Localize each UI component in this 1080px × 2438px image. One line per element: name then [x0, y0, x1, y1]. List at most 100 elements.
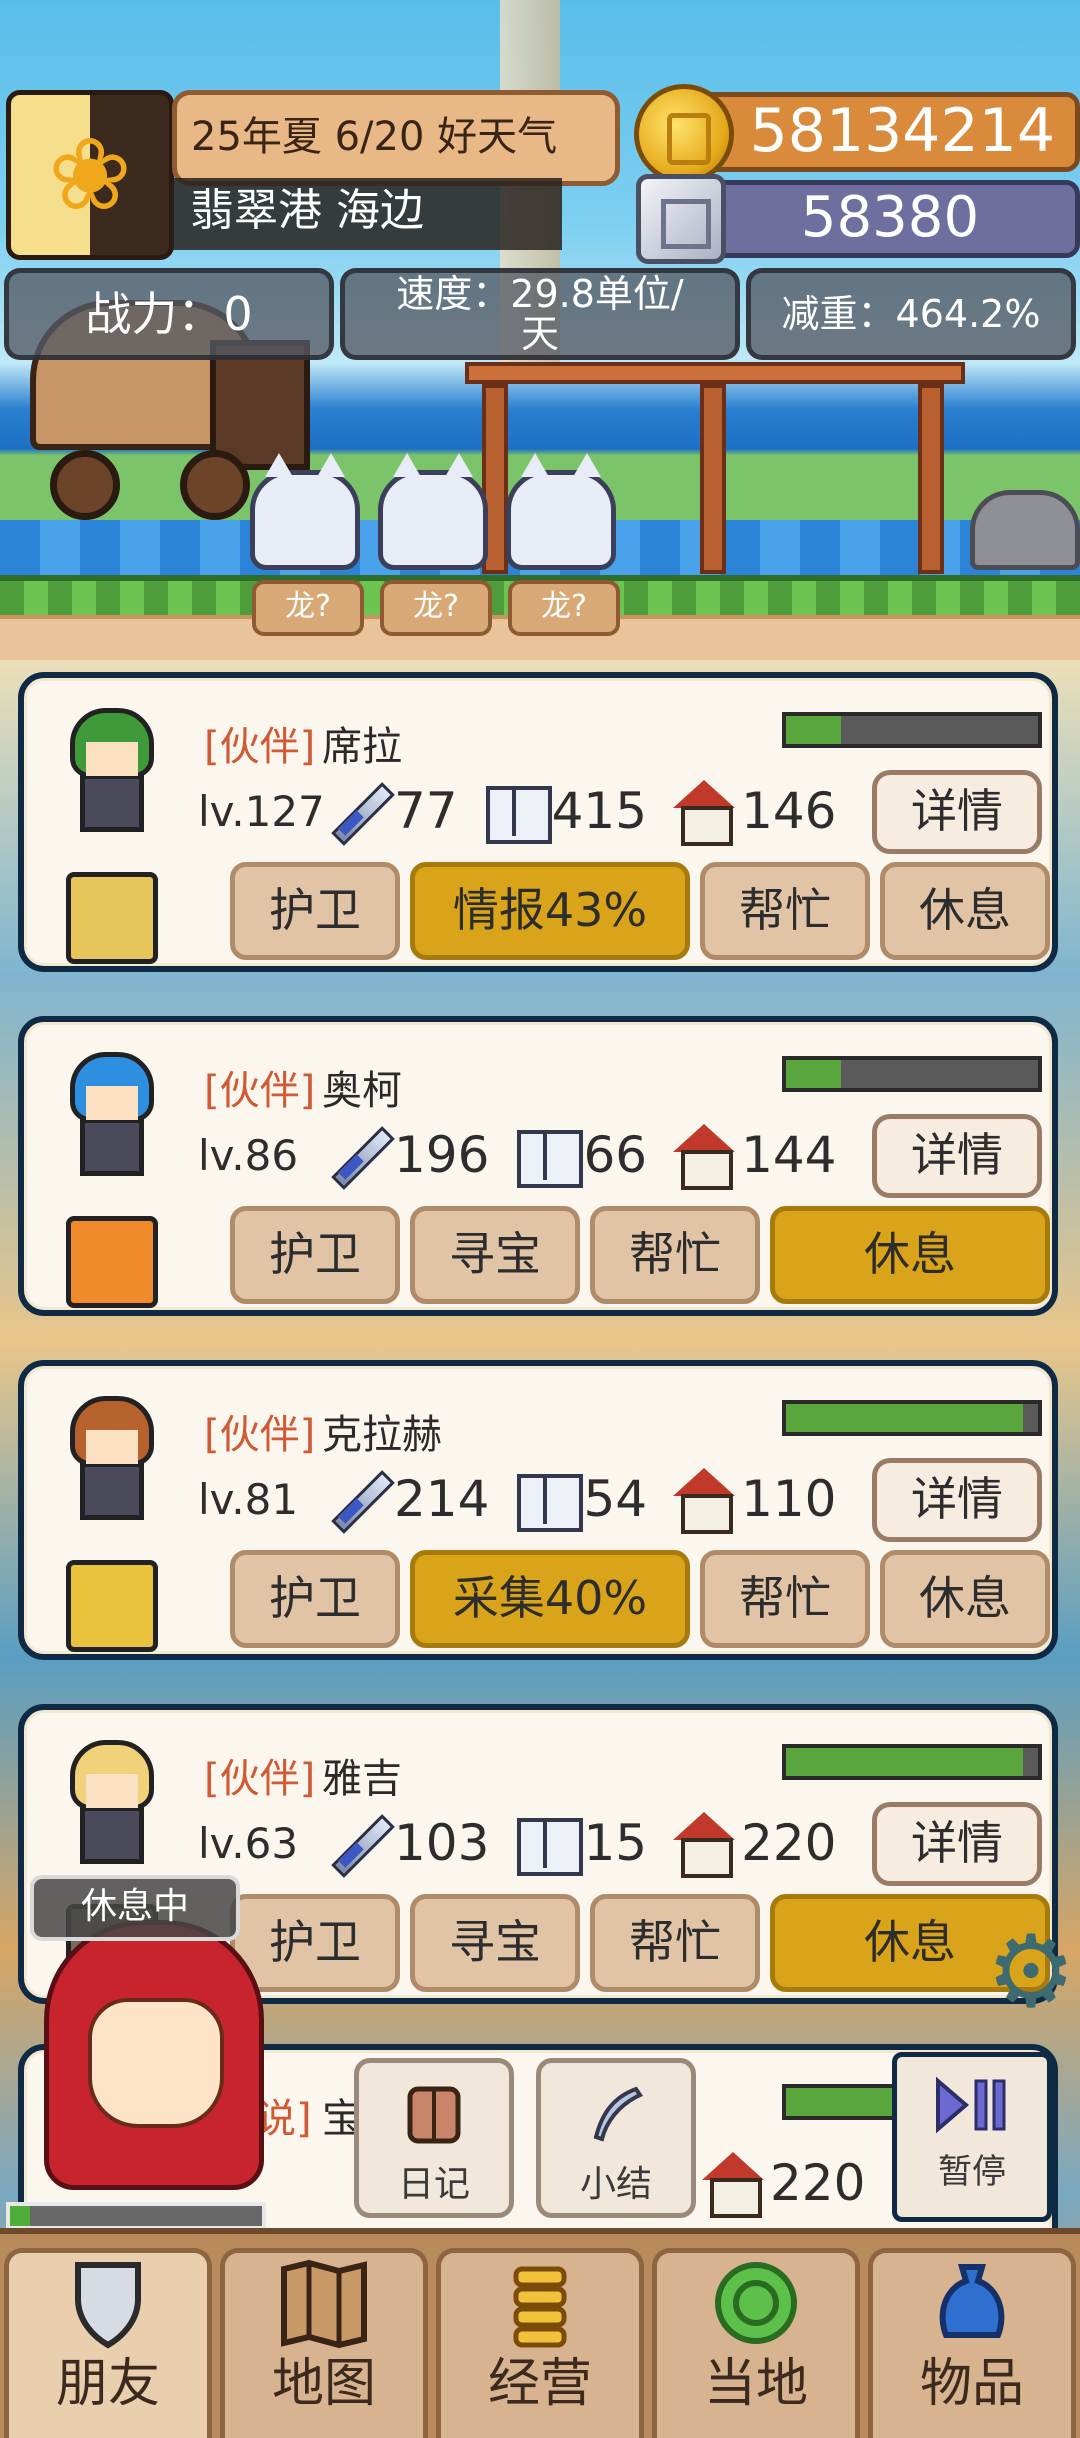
pet-tag: 龙?	[508, 580, 620, 636]
nav-local[interactable]: 当地	[652, 2248, 860, 2438]
house-value: 220	[741, 1814, 837, 1872]
level-label: lv.81	[198, 1474, 299, 1524]
intel-value: 66	[583, 1126, 648, 1184]
stamina-bar	[782, 712, 1042, 748]
summary-button[interactable]: 小结	[536, 2058, 696, 2218]
help-button[interactable]: 帮忙	[700, 1550, 870, 1648]
date-weather: 25年夏 6/20 好天气	[172, 90, 620, 186]
pier-post	[918, 384, 944, 574]
task-button[interactable]: 寻宝	[410, 1894, 580, 1992]
detail-button[interactable]: 详情	[872, 1458, 1042, 1542]
equipped-item-icon[interactable]	[66, 872, 158, 964]
companion-stats: lv.127 77 415 146	[198, 776, 898, 846]
help-button[interactable]: 帮忙	[590, 1206, 760, 1304]
local-icon	[715, 2262, 797, 2344]
power-stat: 战力：0	[4, 268, 334, 360]
task-button[interactable]: 情报43%	[410, 862, 690, 960]
book-icon	[513, 1122, 584, 1188]
intel-value: 54	[583, 1470, 648, 1528]
guard-button[interactable]: 护卫	[230, 1206, 400, 1304]
rest-button[interactable]: 休息	[880, 1550, 1050, 1648]
attack-value: 196	[394, 1126, 490, 1184]
companion-portrait[interactable]	[64, 1052, 160, 1176]
coin-stack-icon	[513, 2266, 567, 2348]
speed-stat: 速度：29.8单位/天	[340, 268, 740, 360]
guard-button[interactable]: 护卫	[230, 1550, 400, 1648]
companion-name: 雅吉	[322, 1756, 402, 1802]
companion-portrait[interactable]	[64, 1396, 160, 1520]
help-button[interactable]: 帮忙	[700, 862, 870, 960]
companion-stats: lv.63 103 15 220	[198, 1808, 898, 1878]
book-icon	[513, 1810, 584, 1876]
quill-icon	[593, 2086, 643, 2142]
rock	[970, 490, 1080, 570]
book-icon	[482, 778, 552, 844]
companion-name: 奥柯	[322, 1068, 402, 1114]
equipped-item-icon[interactable]	[66, 1216, 158, 1308]
gold-amount: 58134214	[690, 92, 1080, 172]
dragon-pet[interactable]	[250, 453, 360, 570]
sword-icon	[324, 1810, 390, 1876]
diary-button[interactable]: 日记	[354, 2058, 514, 2218]
companion-card[interactable]: [伙伴] 席拉 lv.127 77 415 146 详情护卫 情报43% 帮忙 休息	[18, 672, 1058, 972]
dragon-pet[interactable]	[378, 453, 488, 570]
house-value: 110	[741, 1470, 837, 1528]
companion-name: 席拉	[322, 724, 402, 770]
companion-tag: [伙伴]	[204, 724, 316, 770]
task-button[interactable]: 寻宝	[410, 1206, 580, 1304]
attack-value: 214	[394, 1470, 490, 1528]
companion-card[interactable]: [伙伴] 克拉赫 lv.81 214 54 110 详情 护卫 采集40% 帮忙 休息	[18, 1360, 1058, 1660]
dragon-pet[interactable]	[506, 453, 616, 570]
detail-button[interactable]: 详情	[872, 1802, 1042, 1886]
stamina-bar	[782, 1400, 1042, 1436]
sword-icon	[324, 1122, 390, 1188]
pier-roof	[465, 362, 965, 384]
nav-map[interactable]: 地图	[220, 2248, 428, 2438]
narrator-portrait[interactable]	[44, 1920, 264, 2190]
pause-button[interactable]: 暂停	[892, 2052, 1052, 2222]
player-avatar[interactable]: ❀	[6, 90, 174, 260]
nav-business[interactable]: 经营	[436, 2248, 644, 2438]
attack-value: 103	[394, 1814, 490, 1872]
rest-button[interactable]: 休息	[770, 1206, 1050, 1304]
companion-card[interactable]: [伙伴] 奥柯 lv.86 196 66 144 详情护卫 寻宝 帮忙 休息	[18, 1016, 1058, 1316]
intel-value: 15	[583, 1814, 648, 1872]
house-icon	[671, 1810, 737, 1878]
weight-stat: 减重：464.2%	[746, 268, 1076, 360]
level-label: lv.127	[198, 786, 325, 836]
companion-stats: lv.86 196 66 144	[198, 1120, 898, 1190]
settings-gear-icon[interactable]: ⚙	[986, 1922, 1076, 2022]
stamina-bar	[782, 1744, 1042, 1780]
house-value: 144	[741, 1126, 837, 1184]
map-icon	[281, 2259, 367, 2349]
equipped-item-icon[interactable]	[66, 1560, 158, 1652]
detail-button[interactable]: 详情	[872, 1114, 1042, 1198]
sword-icon	[324, 778, 390, 844]
intel-value: 415	[551, 782, 648, 840]
house-icon	[671, 1466, 737, 1534]
sword-icon	[324, 1466, 390, 1532]
companion-tag: [伙伴]	[204, 1756, 316, 1802]
companion-tag: [伙伴]	[204, 1068, 316, 1114]
companion-tag: 说]	[256, 2096, 312, 2142]
companion-name: 克拉赫	[322, 1412, 442, 1458]
shield-icon	[75, 2262, 141, 2349]
flower-icon: ❀	[48, 116, 132, 233]
rest-button[interactable]: 休息	[880, 862, 1050, 960]
nav-friends[interactable]: 朋友	[4, 2248, 212, 2438]
companion-stats: lv.81 214 54 110	[198, 1464, 898, 1534]
pet-tag: 龙?	[252, 580, 364, 636]
location-label: 翡翠港 海边	[172, 178, 562, 250]
companion-portrait[interactable]	[64, 1740, 160, 1864]
diary-icon	[407, 2086, 461, 2144]
companion-portrait[interactable]	[64, 708, 160, 832]
task-button[interactable]: 采集40%	[410, 1550, 690, 1648]
help-button[interactable]: 帮忙	[590, 1894, 760, 1992]
house-stat: 220	[700, 2150, 865, 2218]
bag-icon	[939, 2264, 1005, 2338]
guard-button[interactable]: 护卫	[230, 862, 400, 960]
house-icon	[671, 1122, 737, 1190]
detail-button[interactable]: 详情	[872, 770, 1042, 854]
house-icon	[671, 778, 737, 846]
nav-items[interactable]: 物品	[868, 2248, 1076, 2438]
